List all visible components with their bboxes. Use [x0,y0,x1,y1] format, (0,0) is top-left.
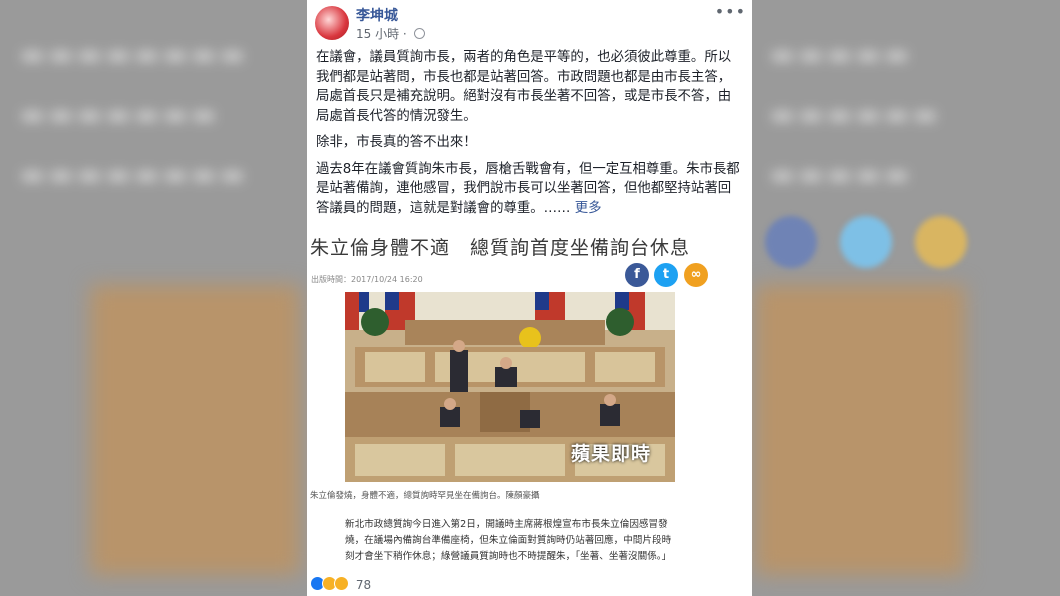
post-paragraph: 在議會，議員質詢市長，兩者的角色是平等的，也必須彼此尊重。所以我們都是站著問，市… [316,50,732,124]
council-chamber-photo: 蘋果即時 [345,292,675,482]
shared-article-image[interactable]: 朱立倫身體不適 總質詢首度坐備詢台休息 出版時間：2017/10/24 16:2… [307,224,752,572]
see-more-link[interactable]: 更多 [575,201,602,216]
blurred-photo [755,285,965,575]
post-paragraph: 除非，市長真的答不出來！ [316,135,477,150]
post-paragraph-text: 過去8年在議會質詢朱市長，唇槍舌戰會有，但一定互相尊重。朱市長都是站著備詢，連他… [316,161,740,216]
photo-caption: 朱立倫發燒，身體不適，總質詢時罕見坐在備詢台。陳顏豪攝 [310,491,540,501]
article-date: 出版時間：2017/10/24 16:20 [311,275,423,284]
blurred-circle [915,216,967,268]
blurred-text: ▬▬▬▬▬ [770,40,913,70]
blurred-text: ▬▬▬▬▬▬ [770,100,942,130]
twitter-icon: t [654,263,678,287]
post-paragraph: 過去8年在議會質詢朱市長，唇槍舌戰會有，但一定互相尊重。朱市長都是站著備詢，連他… [316,160,742,219]
reaction-count[interactable]: 78 [356,578,371,592]
facebook-icon: f [625,263,649,287]
post-meta: 15 小時 · [356,25,425,42]
blurred-text: ▬▬▬▬▬ [770,160,913,190]
facebook-post: 李坤城 15 小時 · ••• 在議會，議員質詢市長，兩者的角色是平等的，也必須… [307,0,752,596]
blurred-photo [90,285,300,575]
reactions-bar[interactable]: 78 [307,576,752,596]
link-icon: ∞ [684,263,708,287]
blurred-circle [840,216,892,268]
post-header: 李坤城 15 小時 · ••• [307,0,752,44]
more-options-button[interactable]: ••• [715,2,746,21]
blurred-circle [765,216,817,268]
wow-icon [334,576,349,591]
globe-icon [413,28,425,39]
article-body: 新北市政總質詢今日進入第2日，開議時主席蔣根煌宣布市長朱立倫因感冒發燒，在議場內… [345,519,672,562]
blurred-text: ▬▬▬▬▬▬▬▬ [20,160,249,190]
avatar[interactable] [315,6,349,40]
separator: · [399,27,411,41]
article-title: 朱立倫身體不適 總質詢首度坐備詢台休息 [310,237,691,259]
post-time[interactable]: 15 小時 [356,27,399,41]
blurred-text: ▬▬▬▬▬▬▬▬ [20,40,249,70]
author-name[interactable]: 李坤城 [356,5,398,25]
blurred-text: ▬▬▬▬▬▬▬ [20,100,220,130]
watermark-label: 蘋果即時 [570,443,651,465]
post-text: 在議會，議員質詢市長，兩者的角色是平等的，也必須彼此尊重。所以我們都是站著問，市… [307,44,752,218]
